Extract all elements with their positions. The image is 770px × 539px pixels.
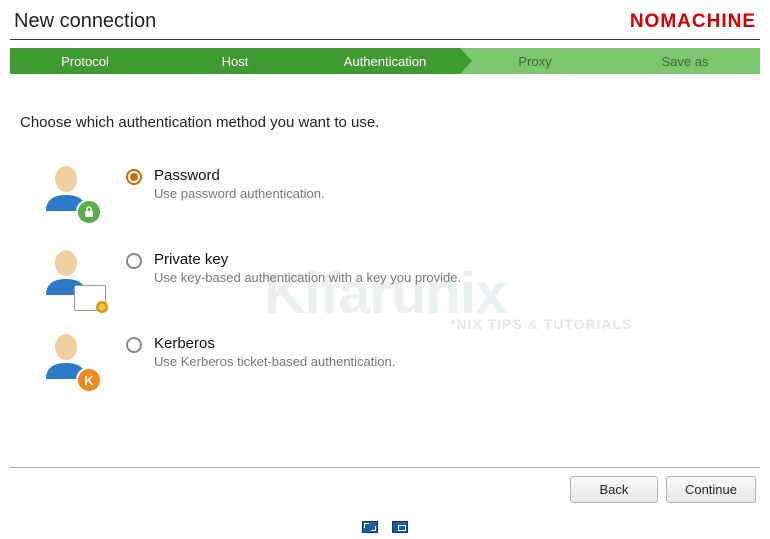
wizard-steps: Protocol Host Authentication Proxy Save … bbox=[10, 48, 760, 74]
step-protocol[interactable]: Protocol bbox=[10, 48, 160, 74]
step-authentication[interactable]: Authentication bbox=[310, 48, 460, 74]
step-proxy: Proxy bbox=[460, 48, 610, 74]
fullscreen-icon[interactable] bbox=[362, 521, 378, 533]
step-label: Save as bbox=[662, 54, 709, 69]
option-desc: Use Kerberos ticket-based authentication… bbox=[154, 354, 395, 369]
step-save-as: Save as bbox=[610, 48, 760, 74]
kerberos-icon: K bbox=[76, 367, 102, 393]
certificate-icon bbox=[74, 285, 106, 311]
radio-kerberos[interactable] bbox=[126, 337, 142, 353]
option-title: Private key bbox=[154, 251, 461, 268]
auth-option-kerberos[interactable]: K Kerberos Use Kerberos ticket-based aut… bbox=[38, 329, 750, 389]
auth-option-private-key[interactable]: Private key Use key-based authentication… bbox=[38, 245, 750, 305]
option-title: Kerberos bbox=[154, 335, 395, 352]
radio-private-key[interactable] bbox=[126, 253, 142, 269]
option-title: Password bbox=[154, 167, 325, 184]
brand-logo: NOMACHINE bbox=[630, 11, 756, 33]
option-desc: Use password authentication. bbox=[154, 186, 325, 201]
step-label: Host bbox=[222, 54, 249, 69]
avatar-icon bbox=[38, 161, 98, 221]
step-host[interactable]: Host bbox=[160, 48, 310, 74]
divider bbox=[10, 39, 760, 40]
prompt-text: Choose which authentication method you w… bbox=[20, 114, 750, 131]
radio-password[interactable] bbox=[126, 169, 142, 185]
option-desc: Use key-based authentication with a key … bbox=[154, 270, 461, 285]
auth-option-password[interactable]: Password Use password authentication. bbox=[38, 161, 750, 221]
step-label: Authentication bbox=[344, 54, 426, 69]
window-icon[interactable] bbox=[392, 521, 408, 533]
avatar-icon: K bbox=[38, 329, 98, 389]
step-label: Proxy bbox=[518, 54, 551, 69]
page-title: New connection bbox=[14, 10, 156, 33]
lock-icon bbox=[76, 199, 102, 225]
avatar-icon bbox=[38, 245, 98, 305]
continue-button[interactable]: Continue bbox=[666, 476, 756, 503]
divider bbox=[10, 467, 760, 468]
back-button[interactable]: Back bbox=[570, 476, 658, 503]
step-label: Protocol bbox=[61, 54, 109, 69]
